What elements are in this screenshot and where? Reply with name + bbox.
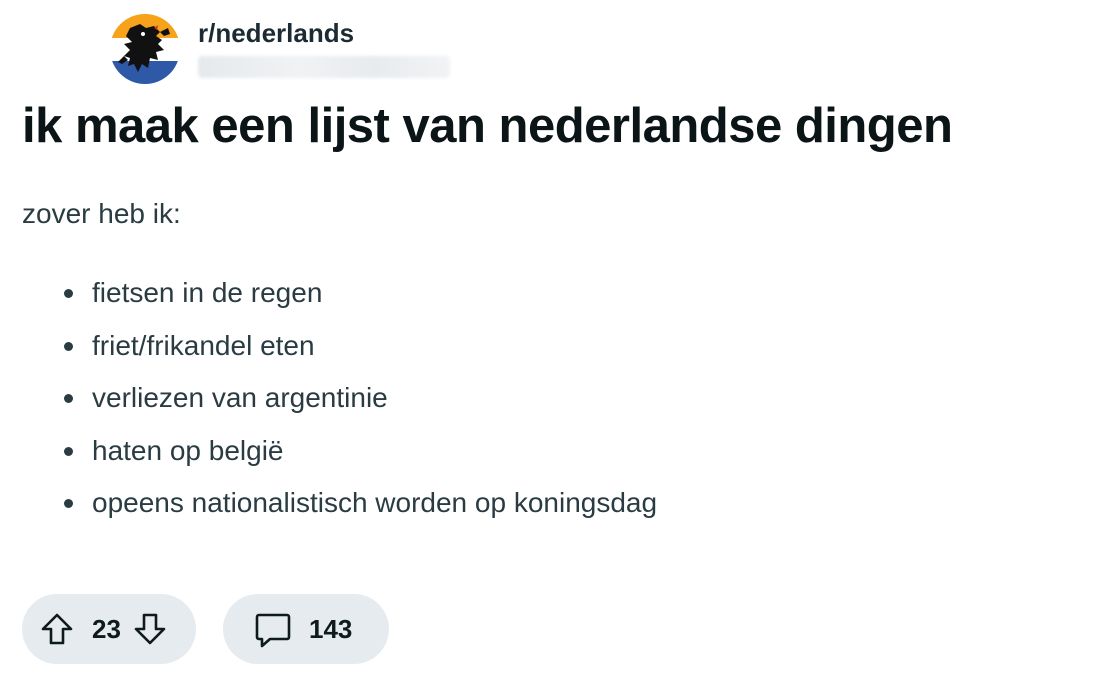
post-actions: 23 143 (22, 594, 389, 664)
post-meta: r/nederlands (198, 18, 450, 78)
list-item: opeens nationalistisch worden op konings… (62, 484, 657, 537)
subreddit-avatar[interactable] (110, 14, 180, 84)
bullet-icon (64, 394, 73, 403)
upvote-button[interactable] (40, 612, 74, 646)
list-item-text: fietsen in de regen (92, 277, 323, 308)
username-redacted (198, 56, 450, 78)
post-intro: zover heb ik: (22, 198, 181, 229)
post-title[interactable]: ik maak een lijst van nederlandse dingen (22, 96, 953, 156)
speech-bubble-icon (255, 613, 291, 648)
list-item: verliezen van argentinie (62, 379, 657, 432)
subreddit-name[interactable]: r/nederlands (198, 18, 450, 48)
arrow-down-icon (134, 613, 166, 645)
post-header: r/nederlands (110, 14, 450, 84)
arrow-up-icon (41, 613, 73, 645)
vote-pill: 23 (22, 594, 196, 664)
post-list: fietsen in de regen friet/frikandel eten… (62, 274, 657, 537)
list-item: fietsen in de regen (62, 274, 657, 327)
bullet-icon (64, 446, 73, 456)
bullet-icon (64, 341, 73, 351)
list-item-text: opeens nationalistisch worden op konings… (92, 487, 658, 518)
comments-button[interactable]: 143 (223, 594, 389, 664)
downvote-button[interactable] (133, 612, 167, 646)
list-item: friet/frikandel eten (62, 327, 657, 380)
list-item-text: verliezen van argentinie (92, 382, 388, 413)
comment-count: 143 (309, 613, 353, 644)
list-item: haten op belgië (62, 432, 657, 485)
list-item-text: haten op belgië (92, 434, 284, 466)
bullet-icon (64, 289, 73, 298)
vote-count: 23 (92, 613, 121, 644)
comment-icon-wrap (253, 609, 293, 649)
bullet-icon (64, 499, 73, 508)
list-item-text: friet/frikandel eten (92, 329, 315, 361)
subreddit-flag-lion-icon (110, 14, 180, 84)
